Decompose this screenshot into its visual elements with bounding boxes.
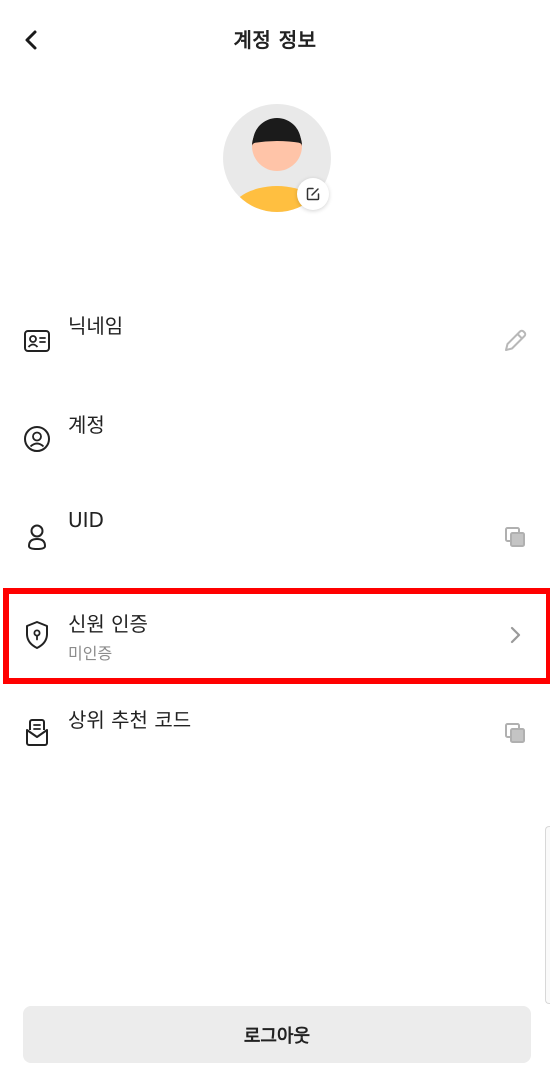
user-circle-icon (22, 424, 52, 454)
row-label: 신원 인증 (68, 612, 148, 636)
pencil-icon[interactable] (500, 326, 530, 356)
page-title: 계정 정보 (233, 28, 317, 52)
letter-icon (22, 718, 52, 748)
row-label: 닉네임 (68, 314, 124, 338)
avatar-section (223, 104, 331, 212)
row-uid[interactable]: UID (0, 490, 550, 588)
row-nickname[interactable]: 닉네임 (0, 292, 550, 390)
copy-icon[interactable] (500, 718, 530, 748)
logout-button[interactable]: 로그아웃 (23, 1006, 531, 1063)
avatar-edit-button[interactable] (297, 178, 329, 210)
account-info-page: 계정 정보 닉네임 계정 UID 신원 인증 미인증 상위 추천 코드 로그아웃 (0, 0, 550, 1080)
row-identity-verification[interactable]: 신원 인증 미인증 (0, 590, 550, 680)
header: 계정 정보 (0, 0, 550, 78)
row-label: UID (68, 508, 104, 532)
row-label: 상위 추천 코드 (68, 708, 192, 732)
row-label: 계정 (68, 413, 105, 437)
row-referral-code[interactable]: 상위 추천 코드 (0, 686, 550, 784)
shield-icon (22, 620, 52, 650)
copy-icon[interactable] (500, 522, 530, 552)
row-account[interactable]: 계정 (0, 392, 550, 490)
id-card-icon (22, 326, 52, 356)
edit-square-icon (306, 187, 320, 201)
verification-status: 미인증 (68, 644, 113, 663)
scrollbar[interactable] (545, 826, 550, 1004)
chevron-right-icon (500, 620, 530, 650)
user-icon (22, 522, 52, 552)
